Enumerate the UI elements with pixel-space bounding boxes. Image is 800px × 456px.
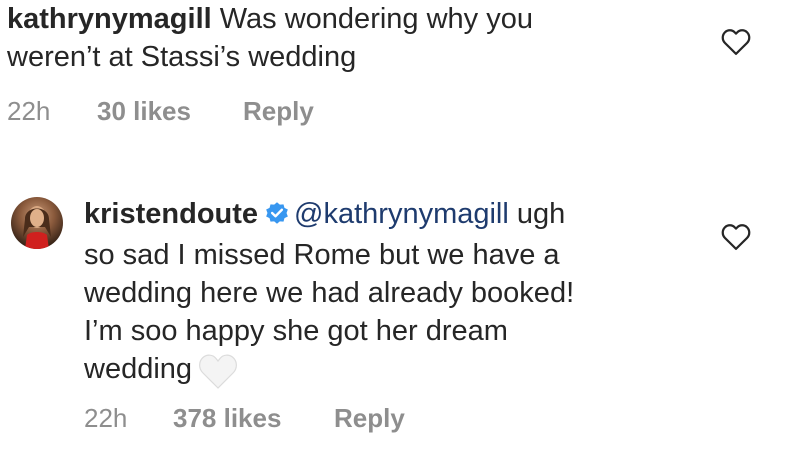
reply-button[interactable]: Reply [243,96,314,127]
comment-username[interactable]: kristendoute [84,198,258,230]
comment-text: kathrynymagill Was wondering why you wer… [7,0,687,76]
white-heart-emoji-icon [198,354,238,400]
comment-kathrynymagill: kathrynymagill Was wondering why you wer… [7,0,687,76]
comment-time: 22h [7,96,51,126]
comment-body-line1: Was wondering why you [219,3,533,35]
comment-body-line4: I’m soo happy she got her dream [84,315,508,347]
comment-time: 22h [84,403,128,433]
like-heart-icon[interactable] [721,223,751,251]
comment-text: kristendoute @kathrynymagill ugh so sad … [84,195,684,400]
comment-username[interactable]: kathrynymagill [7,3,212,35]
mention-link[interactable]: @kathrynymagill [294,198,509,230]
comment-kristendoute: kristendoute @kathrynymagill ugh so sad … [84,195,684,400]
like-heart-icon[interactable] [721,28,751,56]
likes-count-button[interactable]: 30 likes [97,96,191,127]
comment-body-line2: so sad I missed Rome but we have a [84,239,560,271]
comment-body-line5: wedding [84,353,193,385]
comment-body-line1: ugh [508,198,566,230]
verified-badge-icon [264,198,290,236]
comment-body-line3: wedding here we had already booked! [84,277,575,309]
avatar[interactable] [11,197,63,249]
comment-body-line2: weren’t at Stassi’s wedding [7,41,357,73]
reply-button[interactable]: Reply [334,403,405,434]
likes-count-button[interactable]: 378 likes [173,403,281,434]
